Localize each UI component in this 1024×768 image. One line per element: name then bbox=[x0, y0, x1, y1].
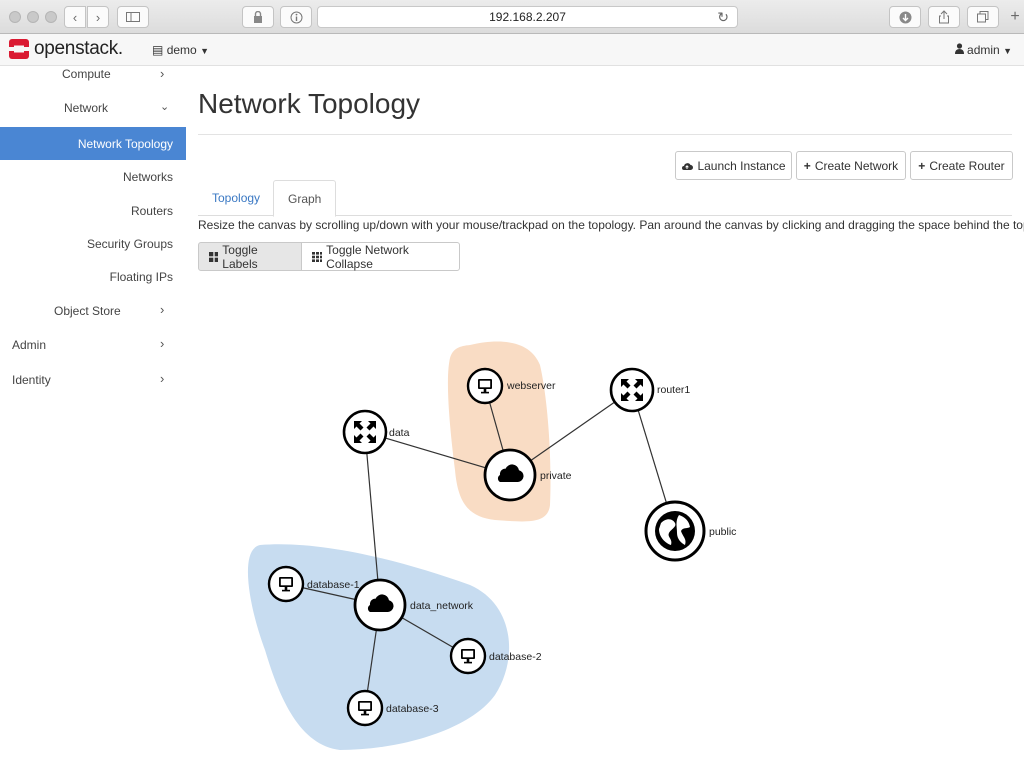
node-webserver[interactable]: webserver bbox=[466, 367, 556, 405]
sidebar-item-networks[interactable]: Networks bbox=[0, 168, 186, 186]
sidebar-item-label: Network Topology bbox=[77, 137, 173, 151]
sidebar-item-label: Security Groups bbox=[86, 237, 173, 251]
lock-icon bbox=[242, 6, 274, 28]
sidebar-item-label: Network bbox=[64, 101, 109, 115]
toggle-labels-button[interactable]: Toggle Labels bbox=[198, 242, 302, 271]
title-divider bbox=[198, 134, 1012, 135]
chevron-left-icon[interactable]: ‹ bbox=[64, 6, 86, 28]
user-menu[interactable]: admin ▼ bbox=[954, 43, 1012, 57]
sidebar-item-label: Floating IPs bbox=[109, 270, 173, 284]
toggle-labels-label: Toggle Labels bbox=[222, 242, 258, 271]
brand-name[interactable]: openstack. bbox=[34, 38, 123, 60]
sidebar-item-label: Compute bbox=[62, 67, 111, 81]
th-icon bbox=[312, 251, 323, 262]
node-database-3[interactable]: database-3 bbox=[346, 689, 439, 727]
node-router1[interactable]: router1 bbox=[609, 367, 690, 413]
sidebar-item-label: Networks bbox=[122, 170, 173, 184]
node-data[interactable]: data bbox=[342, 409, 410, 455]
top-navbar: openstack. ▤ demo ▼ admin ▼ bbox=[0, 34, 1024, 66]
user-icon bbox=[954, 43, 964, 54]
sidebar-icon[interactable] bbox=[117, 6, 149, 28]
chevron-right-icon: › bbox=[160, 66, 165, 81]
launch-instance-label: Launch Instance bbox=[697, 158, 786, 173]
node-label: data_network bbox=[410, 600, 474, 612]
node-label: data bbox=[389, 427, 410, 439]
sidebar-item-identity[interactable]: Identity › bbox=[0, 371, 186, 389]
sidebar-item-label: Object Store bbox=[54, 304, 121, 318]
node-label: database-1 bbox=[307, 579, 360, 591]
sidebar: Compute › Network ⌄ Network Topology Net… bbox=[0, 66, 186, 768]
page-title: Network Topology bbox=[198, 88, 421, 119]
share-icon[interactable] bbox=[928, 6, 960, 28]
th-large-icon bbox=[209, 251, 219, 262]
chevron-down-icon: ⌄ bbox=[160, 101, 170, 113]
sidebar-item-compute[interactable]: Compute › bbox=[0, 66, 186, 84]
toggle-network-collapse-label: Toggle Network Collapse bbox=[326, 242, 409, 271]
node-label: database-2 bbox=[489, 651, 542, 663]
project-icon: ▤ bbox=[152, 43, 164, 57]
tab-graph[interactable]: Graph bbox=[273, 180, 337, 217]
address-bar[interactable]: 192.168.2.207 ↻ bbox=[317, 6, 738, 28]
node-label: public bbox=[709, 526, 736, 538]
node-label: private bbox=[540, 470, 572, 482]
cloud-upload-icon bbox=[682, 162, 694, 170]
close-window-icon[interactable] bbox=[9, 11, 21, 23]
sidebar-item-network[interactable]: Network ⌄ bbox=[0, 98, 186, 118]
caret-down-icon: ▼ bbox=[1003, 46, 1012, 56]
chevron-right-icon: › bbox=[160, 336, 165, 351]
user-name: admin bbox=[967, 43, 1000, 57]
create-router-button[interactable]: + Create Router bbox=[910, 151, 1013, 180]
download-icon[interactable] bbox=[889, 6, 921, 28]
sidebar-item-network-topology[interactable]: Network Topology bbox=[0, 127, 186, 160]
tab-label: Topology bbox=[212, 191, 261, 205]
chevron-right-icon: › bbox=[160, 302, 165, 317]
node-data-network[interactable]: data_network bbox=[353, 578, 474, 632]
node-label: database-3 bbox=[386, 703, 439, 715]
url-text: 192.168.2.207 bbox=[489, 10, 566, 24]
minimize-window-icon[interactable] bbox=[27, 11, 39, 23]
plus-icon: + bbox=[918, 158, 926, 173]
tab-topology[interactable]: Topology bbox=[198, 180, 274, 216]
globe-icon bbox=[655, 511, 695, 551]
sidebar-item-routers[interactable]: Routers bbox=[0, 202, 186, 220]
sidebar-item-label: Identity bbox=[12, 373, 51, 387]
plus-icon: + bbox=[803, 158, 811, 173]
node-database-1[interactable]: database-1 bbox=[267, 565, 360, 603]
chevron-right-icon[interactable]: › bbox=[87, 6, 109, 28]
sidebar-item-label: Admin bbox=[12, 338, 47, 352]
sidebar-item-security-groups[interactable]: Security Groups bbox=[0, 235, 186, 253]
project-selector[interactable]: ▤ demo ▼ bbox=[152, 43, 209, 57]
tab-label: Graph bbox=[288, 192, 322, 206]
sidebar-item-admin[interactable]: Admin › bbox=[0, 336, 186, 354]
create-network-button[interactable]: + Create Network bbox=[796, 151, 906, 180]
sidebar-item-object-store[interactable]: Object Store › bbox=[0, 302, 186, 320]
chevron-right-icon: › bbox=[160, 371, 165, 386]
tabs-icon[interactable] bbox=[967, 6, 999, 28]
launch-instance-button[interactable]: Launch Instance bbox=[675, 151, 792, 180]
toggle-network-collapse-button[interactable]: Toggle Network Collapse bbox=[301, 242, 460, 271]
sidebar-item-label: Routers bbox=[130, 204, 173, 218]
reload-icon[interactable]: ↻ bbox=[717, 7, 729, 27]
plus-icon[interactable]: + bbox=[1006, 6, 1024, 28]
canvas-hint: Resize the canvas by scrolling up/down w… bbox=[198, 218, 1024, 232]
sidebar-item-floating-ips[interactable]: Floating IPs bbox=[0, 268, 186, 286]
openstack-logo-icon[interactable] bbox=[8, 38, 30, 60]
browser-toolbar: ‹ › 192.168.2.207 ↻ + bbox=[0, 0, 1024, 34]
node-label: webserver bbox=[506, 380, 556, 392]
node-public[interactable]: public bbox=[644, 500, 736, 562]
tab-bar: Topology Graph bbox=[198, 180, 1012, 217]
project-name: demo bbox=[166, 43, 197, 57]
node-database-2[interactable]: database-2 bbox=[449, 637, 542, 675]
node-private[interactable]: private bbox=[483, 448, 572, 502]
zoom-window-icon[interactable] bbox=[45, 11, 57, 23]
info-icon[interactable] bbox=[280, 6, 312, 28]
create-router-label: Create Router bbox=[929, 158, 1005, 173]
node-label: router1 bbox=[657, 384, 690, 396]
create-network-label: Create Network bbox=[814, 158, 899, 173]
caret-down-icon: ▼ bbox=[200, 46, 209, 56]
